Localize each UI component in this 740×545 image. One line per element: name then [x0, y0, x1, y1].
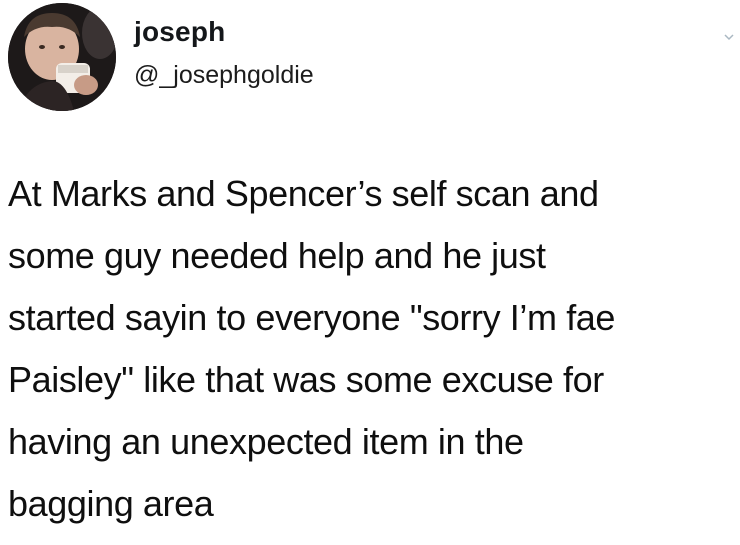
- tweet-text: At Marks and Spencer’s self scan and som…: [8, 173, 616, 524]
- tweet-card: joseph @_josephgoldie At Marks and Spenc…: [0, 0, 740, 545]
- avatar-photo-icon: [8, 3, 116, 111]
- display-name[interactable]: joseph: [134, 16, 225, 48]
- user-handle[interactable]: @_josephgoldie: [134, 61, 314, 90]
- avatar[interactable]: [8, 3, 116, 111]
- chevron-down-icon[interactable]: [722, 30, 736, 44]
